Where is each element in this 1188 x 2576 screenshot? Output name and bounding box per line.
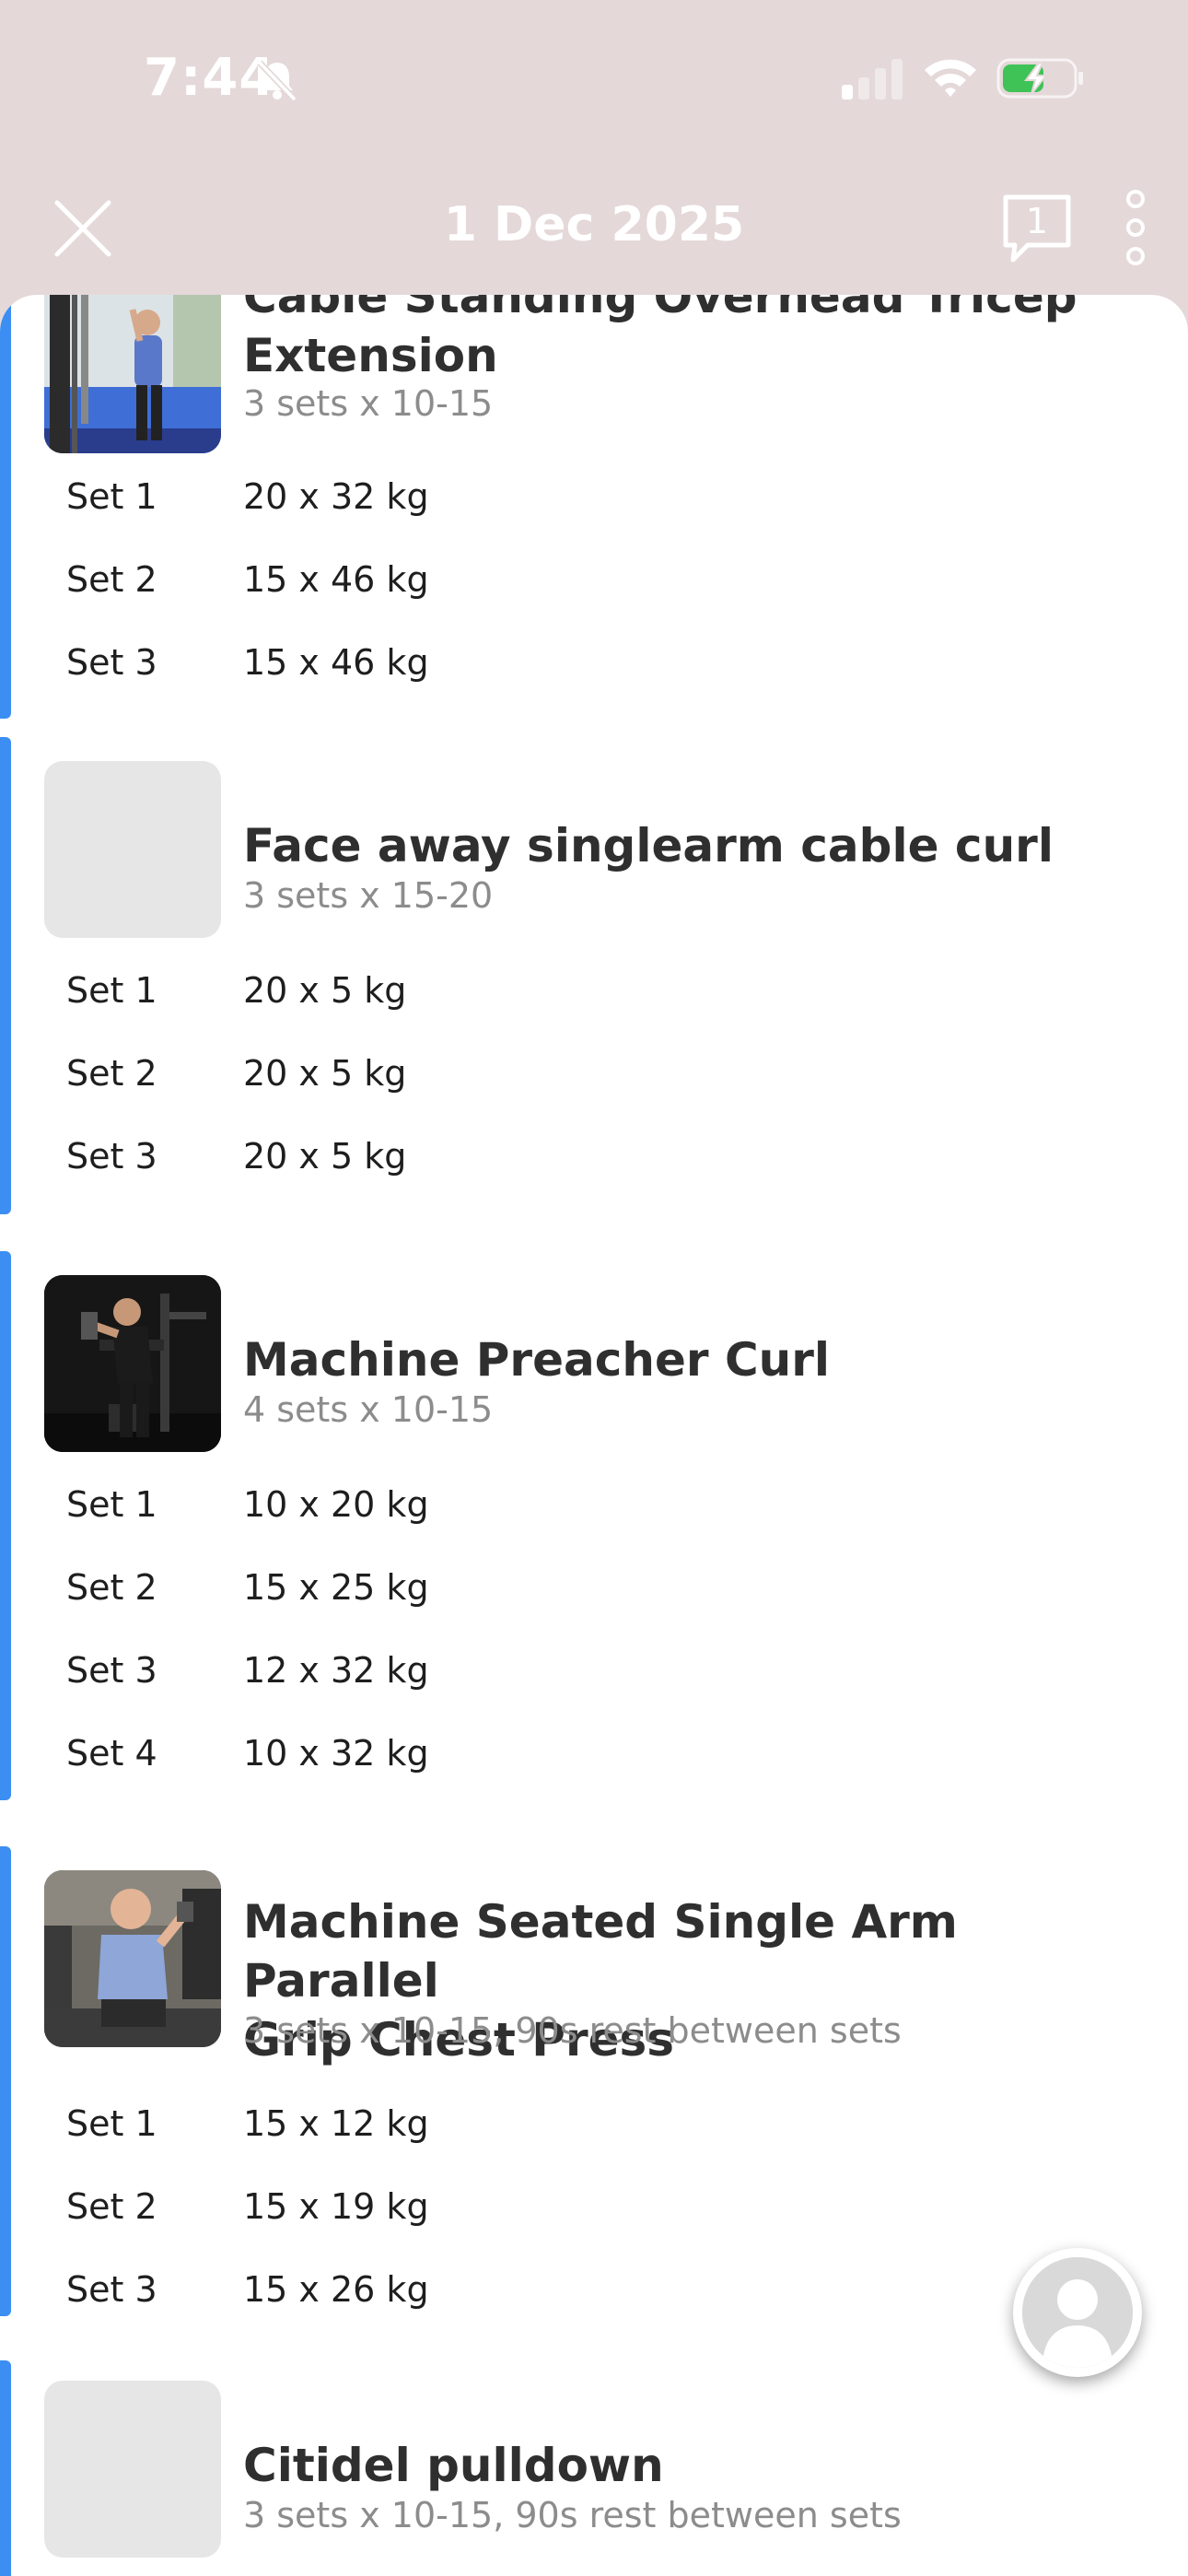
exercise-meta: 3 sets x 10-15, 90s rest between sets xyxy=(243,2010,902,2051)
set-label: Set 1 xyxy=(66,970,157,1011)
exercise-title-line: Cable Standing Overhead Tricep xyxy=(243,295,1077,323)
exercise-title: Face away singlearm cable curl xyxy=(243,816,1127,875)
accent-bar xyxy=(0,1846,11,2316)
bell-off-icon xyxy=(257,60,297,102)
set-label: Set 2 xyxy=(66,2186,157,2227)
exercise-title-line: Face away singlearm cable curl xyxy=(243,819,1054,872)
set-value: 10 x 20 kg xyxy=(243,1484,429,1525)
battery-charging-icon xyxy=(996,58,1083,99)
comments-button[interactable]: 1 xyxy=(1000,193,1074,263)
exercise-card[interactable]: Machine Seated Single Arm Parallel Grip … xyxy=(0,1846,1188,2360)
exercise-thumbnail xyxy=(44,1275,221,1452)
set-label: Set 4 xyxy=(66,1733,157,1774)
accent-bar xyxy=(0,295,11,719)
exercise-thumbnail xyxy=(44,295,221,453)
exercise-title: Machine Preacher Curl xyxy=(243,1330,1127,1389)
exercise-card[interactable]: Face away singlearm cable curl 3 sets x … xyxy=(0,737,1188,1251)
set-label: Set 3 xyxy=(66,2269,157,2310)
exercise-meta: 4 sets x 10-15 xyxy=(243,1389,494,1430)
exercise-title-line: Extension xyxy=(243,329,498,382)
accent-bar xyxy=(0,737,11,1214)
set-value: 15 x 46 kg xyxy=(243,642,429,683)
set-value: 10 x 32 kg xyxy=(243,1733,429,1774)
set-row: Set 2 15 x 46 kg xyxy=(66,538,1079,621)
set-value: 20 x 5 kg xyxy=(243,970,407,1011)
exercise-title: Cable Standing Overhead Tricep Extension xyxy=(243,295,1127,385)
set-label: Set 2 xyxy=(66,1053,157,1094)
exercise-list: Cable Standing Overhead Tricep Extension… xyxy=(0,295,1188,2576)
set-row: Set 3 15 x 26 kg xyxy=(66,2248,1079,2331)
set-row: Set 3 20 x 5 kg xyxy=(66,1115,1079,1198)
set-label: Set 2 xyxy=(66,559,157,600)
set-value: 20 x 5 kg xyxy=(243,1053,407,1094)
set-label: Set 1 xyxy=(66,476,157,517)
exercise-thumbnail xyxy=(44,1870,221,2047)
status-bar: 7:44 xyxy=(0,0,1188,166)
set-row: Set 3 12 x 32 kg xyxy=(66,1629,1079,1712)
exercise-meta: 3 sets x 10-15, 90s rest between sets xyxy=(243,2495,902,2535)
exercise-title-line: Machine Preacher Curl xyxy=(243,1333,831,1387)
workout-sheet: Cable Standing Overhead Tricep Extension… xyxy=(0,295,1188,2576)
set-row: Set 1 10 x 20 kg xyxy=(66,1463,1079,1546)
exercise-meta: 3 sets x 10-15 xyxy=(243,383,494,424)
set-value: 20 x 32 kg xyxy=(243,476,429,517)
set-label: Set 1 xyxy=(66,2103,157,2144)
set-row: Set 2 15 x 25 kg xyxy=(66,1546,1079,1629)
more-options-button[interactable] xyxy=(1116,186,1155,269)
set-value: 15 x 26 kg xyxy=(243,2269,429,2310)
set-label: Set 3 xyxy=(66,642,157,683)
set-value: 15 x 19 kg xyxy=(243,2186,429,2227)
wifi-icon xyxy=(925,59,976,97)
set-value: 15 x 25 kg xyxy=(243,1567,429,1608)
coach-avatar-button[interactable] xyxy=(1013,2248,1142,2377)
header: 1 Dec 2025 1 xyxy=(0,166,1188,295)
exercise-thumbnail-placeholder xyxy=(44,2381,221,2558)
set-row: Set 1 15 x 12 kg xyxy=(66,2082,1079,2165)
set-value: 12 x 32 kg xyxy=(243,1650,429,1691)
set-label: Set 3 xyxy=(66,1650,157,1691)
comments-count: 1 xyxy=(1025,201,1049,241)
set-label: Set 1 xyxy=(66,1484,157,1525)
user-avatar-icon xyxy=(1022,2257,1133,2368)
exercise-card[interactable]: Cable Standing Overhead Tricep Extension… xyxy=(0,295,1188,737)
more-vertical-icon xyxy=(1126,190,1145,265)
exercise-card[interactable]: Machine Preacher Curl 4 sets x 10-15 Set… xyxy=(0,1251,1188,1846)
set-row: Set 1 20 x 32 kg xyxy=(66,455,1079,538)
set-row: Set 4 10 x 32 kg xyxy=(66,1712,1079,1795)
set-row: Set 1 20 x 5 kg xyxy=(66,949,1079,1032)
exercise-card[interactable]: Citidel pulldown 3 sets x 10-15, 90s res… xyxy=(0,2360,1188,2576)
accent-bar xyxy=(0,2360,11,2576)
set-value: 15 x 12 kg xyxy=(243,2103,429,2144)
exercise-thumbnail-placeholder xyxy=(44,761,221,938)
set-label: Set 2 xyxy=(66,1567,157,1608)
exercise-title: Citidel pulldown xyxy=(243,2436,1127,2495)
exercise-meta: 3 sets x 15-20 xyxy=(243,875,494,916)
set-value: 20 x 5 kg xyxy=(243,1136,407,1177)
set-label: Set 3 xyxy=(66,1136,157,1177)
exercise-title-line: Citidel pulldown xyxy=(243,2439,664,2492)
set-row: Set 2 20 x 5 kg xyxy=(66,1032,1079,1115)
signal-icon xyxy=(842,59,903,100)
set-value: 15 x 46 kg xyxy=(243,559,429,600)
exercise-title-line: Machine Seated Single Arm Parallel xyxy=(243,1895,958,2008)
set-row: Set 3 15 x 46 kg xyxy=(66,621,1079,704)
accent-bar xyxy=(0,1251,11,1800)
set-row: Set 2 15 x 19 kg xyxy=(66,2165,1079,2248)
